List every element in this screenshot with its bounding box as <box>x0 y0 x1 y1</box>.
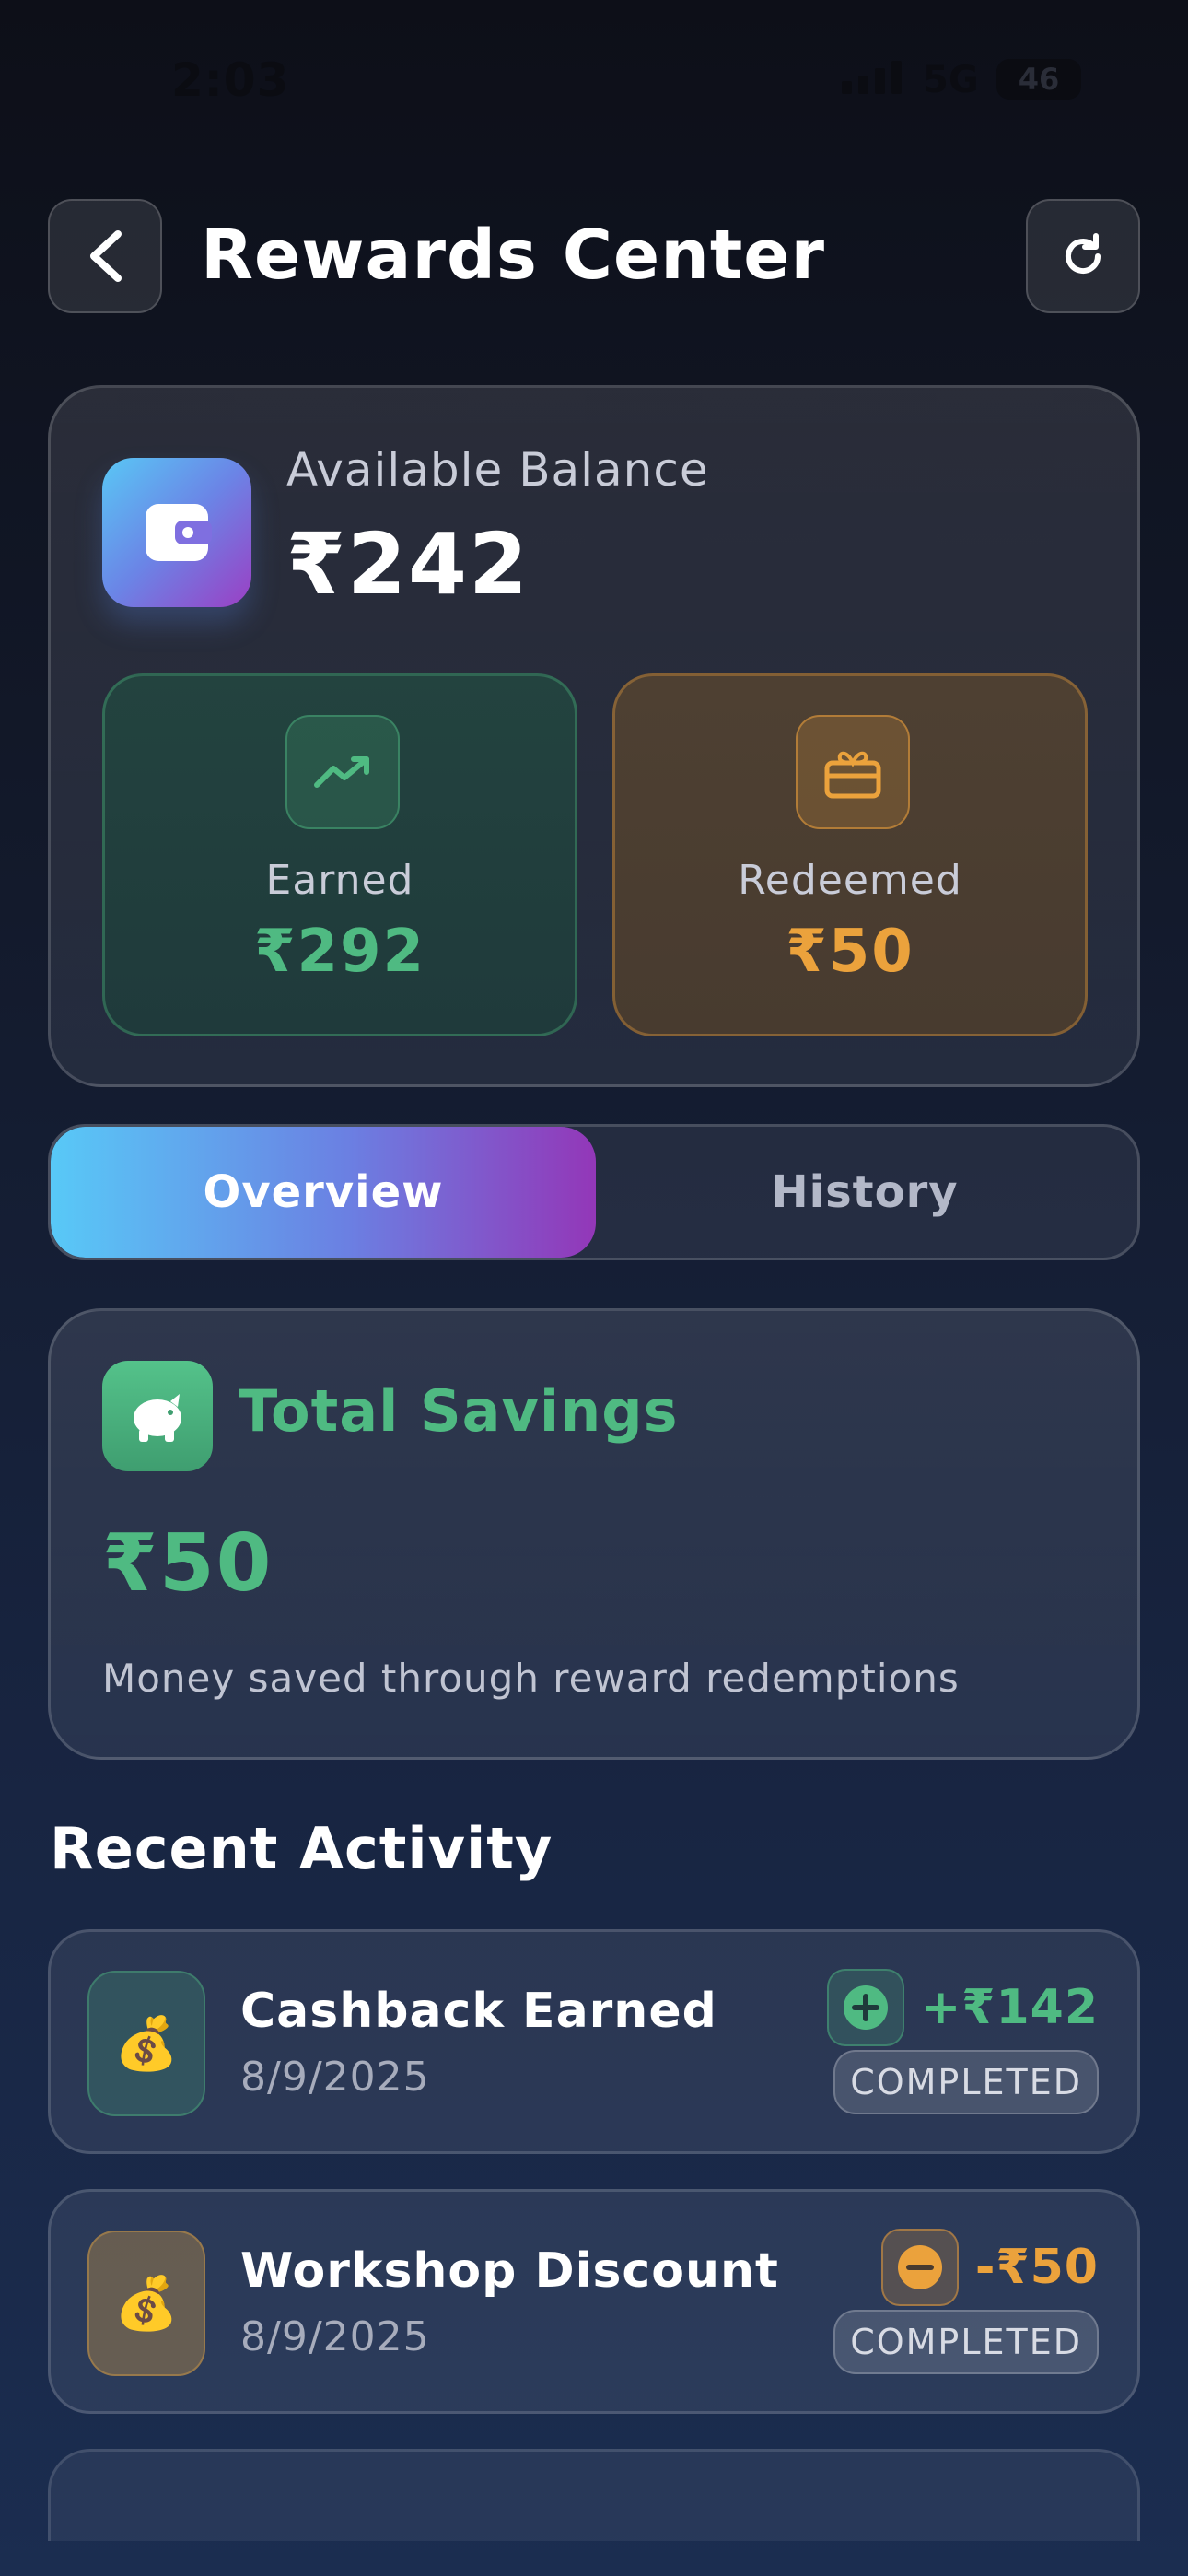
status-badge: COMPLETED <box>833 2310 1099 2374</box>
tab-history[interactable]: History <box>592 1127 1137 1258</box>
redeemed-stat: Redeemed ₹50 <box>612 673 1088 1036</box>
gift-card-icon <box>796 715 910 829</box>
earned-stat: Earned ₹292 <box>102 673 577 1036</box>
money-bag-icon: 💰 <box>87 2231 205 2376</box>
back-button[interactable] <box>48 199 162 313</box>
savings-description: Money saved through reward redemptions <box>102 1656 960 1701</box>
savings-card: Total Savings ₹50 Money saved through re… <box>48 1308 1140 1760</box>
trending-up-icon <box>285 715 400 829</box>
wallet-icon <box>102 458 251 607</box>
network-type: 5G <box>923 59 979 101</box>
signal-icon <box>842 61 903 94</box>
redeemed-value: ₹50 <box>786 918 914 986</box>
status-badge: COMPLETED <box>833 2050 1099 2114</box>
piggy-bank-icon <box>102 1361 213 1471</box>
savings-value: ₹50 <box>102 1517 274 1610</box>
list-item[interactable]: 💰 Workshop Discount 8/9/2025 -₹50 COMPLE… <box>48 2189 1140 2414</box>
list-item[interactable]: 💰 Cashback Earned 8/9/2025 +₹142 COMPLET… <box>48 1929 1140 2154</box>
header: Rewards Center <box>48 199 1140 313</box>
minus-circle-icon <box>880 2229 959 2306</box>
activity-amount: -₹50 <box>974 2240 1099 2295</box>
activity-date: 8/9/2025 <box>240 2054 430 2101</box>
status-time: 2:03 <box>171 53 290 107</box>
balance-value: ₹242 <box>286 515 530 614</box>
tab-bar: Overview History <box>48 1124 1140 1260</box>
activity-title: Workshop Discount <box>240 2243 779 2299</box>
balance-label: Available Balance <box>286 443 709 497</box>
status-bar: 2:03 5G 46 <box>0 0 1188 157</box>
section-title-recent-activity: Recent Activity <box>50 1815 553 1882</box>
earned-value: ₹292 <box>253 918 426 986</box>
redeemed-label: Redeemed <box>738 857 962 904</box>
activity-date: 8/9/2025 <box>240 2313 430 2360</box>
activity-amount-group: +₹142 <box>826 1969 1099 2046</box>
earned-label: Earned <box>265 857 414 904</box>
activity-amount-group: -₹50 <box>880 2229 1099 2306</box>
savings-title: Total Savings <box>239 1377 679 1445</box>
refresh-button[interactable] <box>1026 199 1140 313</box>
battery-level: 46 <box>1018 62 1060 97</box>
plus-circle-icon <box>826 1969 904 2046</box>
list-item-partial <box>48 2449 1140 2541</box>
activity-amount: +₹142 <box>920 1980 1099 2035</box>
chevron-left-icon <box>90 230 122 282</box>
tab-overview[interactable]: Overview <box>51 1127 596 1258</box>
battery-icon: 46 <box>996 59 1081 100</box>
money-bag-icon: 💰 <box>87 1971 205 2116</box>
balance-card: Available Balance ₹242 Earned ₹292 Redee… <box>48 385 1140 1087</box>
refresh-icon <box>1066 233 1101 274</box>
page-title: Rewards Center <box>201 216 825 295</box>
activity-title: Cashback Earned <box>240 1984 717 2039</box>
